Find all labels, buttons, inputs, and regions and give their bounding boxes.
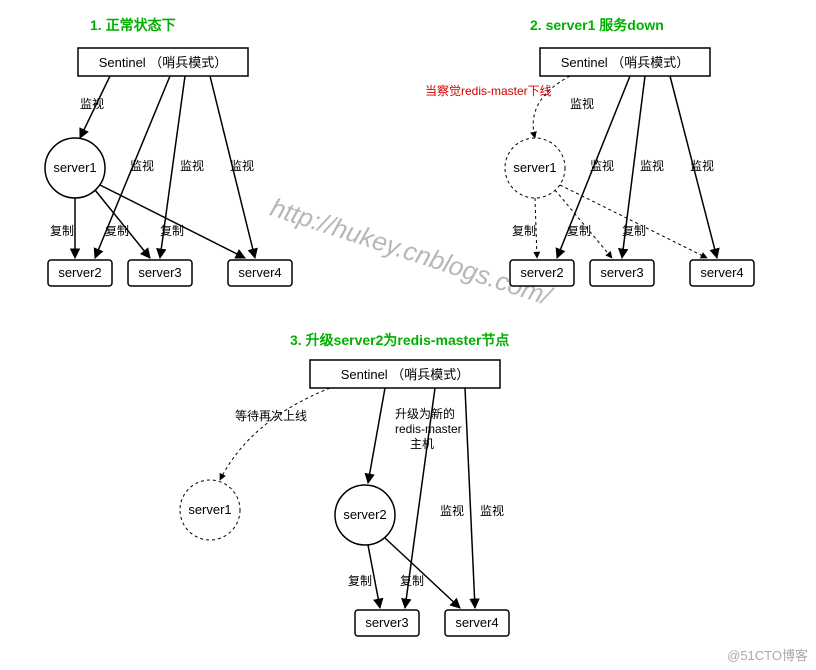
edge-label-rep-2a: 复制 <box>512 224 536 238</box>
edge-label-monitor-1b: 监视 <box>130 158 154 173</box>
sentinel-label-2: Sentinel （哨兵模式） <box>561 55 690 70</box>
edge-sentinel-s1-3 <box>220 388 330 480</box>
diagram-1-title: 1. 正常状态下 <box>90 17 176 33</box>
svg-text:http://hukey.cnblogs.com/: http://hukey.cnblogs.com/ <box>267 192 557 312</box>
watermark-text: http://hukey.cnblogs.com/ <box>267 192 557 312</box>
server2-label-2: server2 <box>520 265 563 280</box>
edge-label-monitor-3b: 监视 <box>480 503 504 518</box>
server3-label-3: server3 <box>365 615 408 630</box>
diagram-2: 2. server1 服务down Sentinel （哨兵模式） server… <box>425 17 754 286</box>
promote-line3: 主机 <box>410 437 434 451</box>
server1-label-1: server1 <box>53 160 96 175</box>
diagram-3: 3. 升级server2为redis-master节点 Sentinel （哨兵… <box>180 332 509 636</box>
server1-label-3: server1 <box>188 502 231 517</box>
edge-label-monitor-1a: 监视 <box>80 96 104 111</box>
edge-label-rep-1a: 复制 <box>50 224 74 238</box>
edge-label-monitor-2d: 监视 <box>690 158 714 173</box>
server3-label-1: server3 <box>138 265 181 280</box>
detect-down-label: 当察觉redis-master下线 <box>425 84 552 98</box>
diagram-2-title: 2. server1 服务down <box>530 17 664 33</box>
edge-label-rep-3b: 复制 <box>400 574 424 588</box>
edge-label-monitor-1d: 监视 <box>230 158 254 173</box>
diagram-canvas: http://hukey.cnblogs.com/ 1. 正常状态下 Senti… <box>0 0 816 670</box>
server1-label-2: server1 <box>513 160 556 175</box>
server2-label-1: server2 <box>58 265 101 280</box>
edge-sentinel-s4-3 <box>465 388 475 608</box>
server4-label-3: server4 <box>455 615 498 630</box>
server4-label-1: server4 <box>238 265 281 280</box>
wait-online-label: 等待再次上线 <box>235 409 307 423</box>
edge-s1-s4-2 <box>560 185 707 258</box>
edge-label-rep-2c: 复制 <box>622 224 646 238</box>
edge-label-rep-2b: 复制 <box>567 224 591 238</box>
edge-s1-s4-1 <box>100 185 245 258</box>
diagram-1: 1. 正常状态下 Sentinel （哨兵模式） server1 server2… <box>45 17 292 286</box>
edge-label-rep-1c: 复制 <box>160 224 184 238</box>
corner-watermark: @51CTO博客 <box>727 645 808 664</box>
edge-label-monitor-2a: 监视 <box>570 96 594 111</box>
sentinel-label-1: Sentinel （哨兵模式） <box>99 55 228 70</box>
edge-s2-s4-3 <box>385 538 460 608</box>
server4-label-2: server4 <box>700 265 743 280</box>
promote-line1: 升级为新的 <box>395 406 455 421</box>
server2-label-3: server2 <box>343 507 386 522</box>
edge-label-monitor-2b: 监视 <box>590 158 614 173</box>
edge-sentinel-s2-3 <box>368 388 385 483</box>
edge-label-monitor-3a: 监视 <box>440 503 464 518</box>
edge-label-rep-1b: 复制 <box>105 224 129 238</box>
sentinel-label-3: Sentinel （哨兵模式） <box>341 367 470 382</box>
diagram-3-title: 3. 升级server2为redis-master节点 <box>290 332 509 348</box>
edge-label-rep-3a: 复制 <box>348 574 372 588</box>
edge-label-monitor-2c: 监视 <box>640 158 664 173</box>
edge-label-monitor-1c: 监视 <box>180 158 204 173</box>
server3-label-2: server3 <box>600 265 643 280</box>
